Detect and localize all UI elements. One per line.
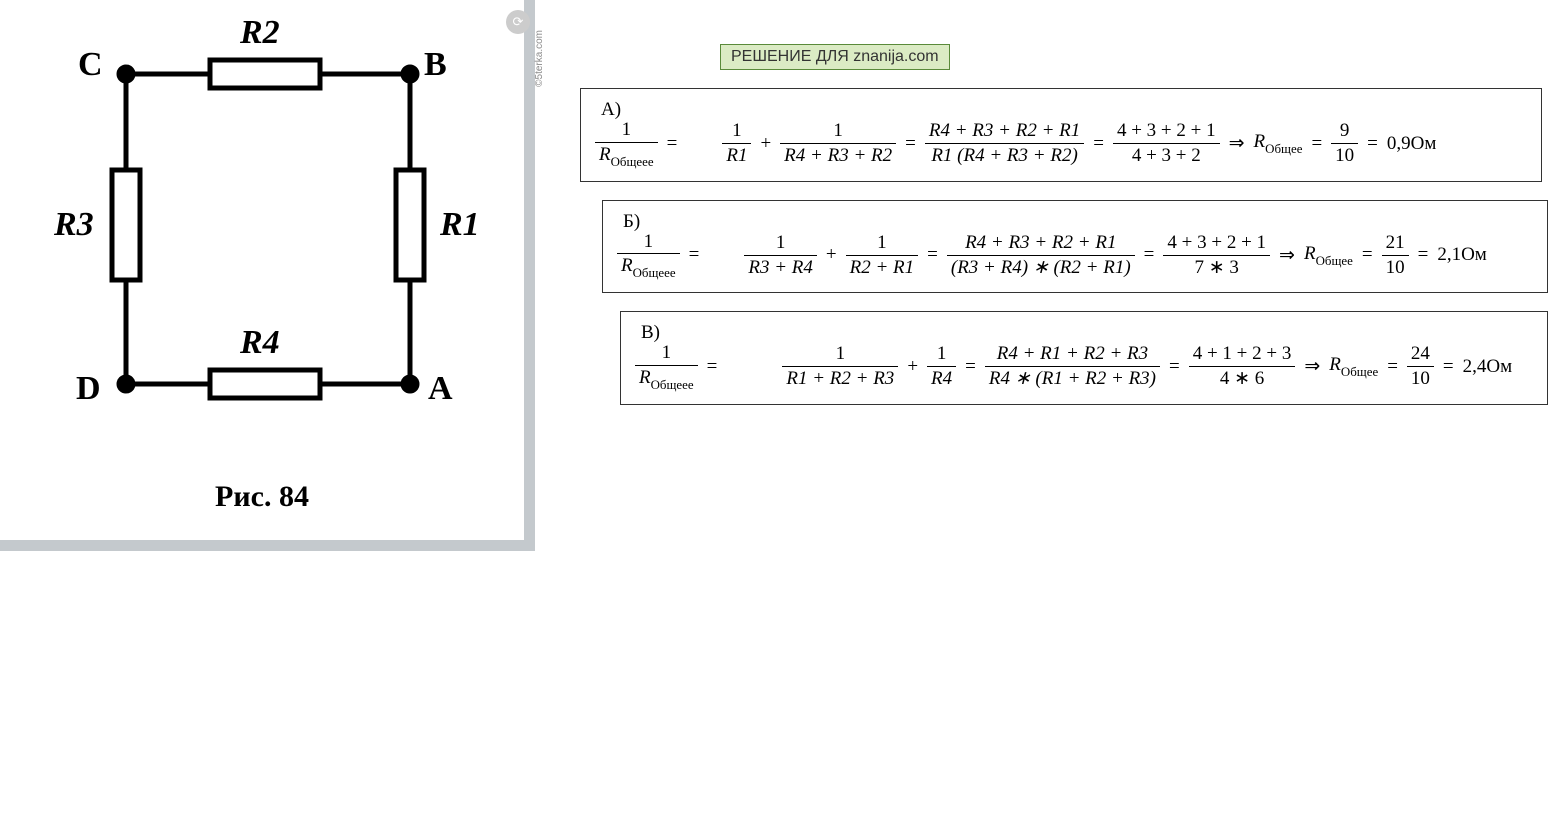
eq-sign: =: [664, 133, 681, 155]
equation-box-c: В) 1 RОбщеее = 1R1 + R2 + R3 + 1R4 = R4 …: [620, 311, 1548, 405]
eq-b-t2: 1R2 + R1: [846, 232, 919, 279]
eq-a-rtotal: RОбщее: [1254, 131, 1303, 156]
eq-a-lhs-num: 1: [618, 119, 636, 141]
eq-c-comb: R4 + R1 + R2 + R3R4 ∗ (R1 + R2 + R3): [985, 343, 1160, 390]
eq-a-nums: 4 + 3 + 2 + 14 + 3 + 2: [1113, 120, 1220, 167]
eq-c-rtotal: RОбщее: [1329, 354, 1378, 379]
equation-box-b: Б) 1 RОбщеее = 1R3 + R4 + 1R2 + R1 = R4 …: [602, 200, 1548, 294]
eq-a-result: 0,9Ом: [1387, 133, 1437, 155]
arrow-icon: ⇒: [1276, 244, 1298, 267]
arrow-icon: ⇒: [1301, 355, 1323, 378]
solution-header: РЕШЕНИЕ ДЛЯ znanija.com: [720, 44, 950, 70]
eq-a-lhs: 1 RОбщеее: [595, 119, 658, 169]
watermark-icon: ⟳: [506, 10, 530, 34]
node-b: B: [424, 46, 447, 84]
circuit-diagram: R2 R4 R3 R1 C B D A Рис. 84: [0, 0, 524, 540]
solution-panel: РЕШЕНИЕ ДЛЯ znanija.com А) 1 RОбщеее = 1…: [580, 0, 1540, 405]
arrow-icon: ⇒: [1226, 132, 1248, 155]
watermark-text: ©5terka.com: [534, 30, 545, 87]
eq-a-resfrac: 910: [1331, 120, 1358, 167]
eq-b-rtotal: RОбщее: [1304, 243, 1353, 268]
eq-c-result: 2,4Ом: [1463, 356, 1513, 378]
eq-c-tag: В): [635, 322, 1533, 344]
eq-a-t1: 1R1: [722, 120, 751, 167]
eq-b-t1: 1R3 + R4: [744, 232, 817, 279]
eq-c-lhs: 1 RОбщеее: [635, 342, 698, 392]
eq-a-comb: R4 + R3 + R2 + R1R1 (R4 + R3 + R2): [925, 120, 1084, 167]
label-r3: R3: [54, 206, 94, 244]
figure-panel: R2 R4 R3 R1 C B D A Рис. 84 ⟳ ©5terka.co…: [0, 0, 535, 551]
node-a: A: [428, 370, 453, 408]
eq-b-result: 2,1Ом: [1437, 244, 1487, 266]
equation-box-a: А) 1 RОбщеее = 1R1 + 1R4 + R3 + R2 = R4 …: [580, 88, 1542, 182]
eq-b-nums: 4 + 3 + 2 + 17 ∗ 3: [1163, 232, 1270, 279]
figure-caption: Рис. 84: [0, 480, 524, 514]
eq-b-comb: R4 + R3 + R2 + R1(R3 + R4) ∗ (R2 + R1): [947, 232, 1135, 279]
node-c: C: [78, 46, 103, 84]
eq-c-t2: 1R4: [927, 343, 956, 390]
node-d: D: [76, 370, 101, 408]
eq-a-lhs-den: RОбщеее: [595, 144, 658, 169]
eq-b-tag: Б): [617, 211, 1533, 233]
eq-c-t1: 1R1 + R2 + R3: [782, 343, 898, 390]
eq-a-t2: 1R4 + R3 + R2: [780, 120, 896, 167]
eq-b-resfrac: 2110: [1382, 232, 1409, 279]
eq-b-lhs: 1 RОбщеее: [617, 231, 680, 281]
eq-a-tag: А): [595, 99, 1527, 121]
label-r4: R4: [240, 324, 280, 362]
label-r1: R1: [440, 206, 480, 244]
eq-c-nums: 4 + 1 + 2 + 34 ∗ 6: [1189, 343, 1296, 390]
eq-c-resfrac: 2410: [1407, 343, 1434, 390]
label-r2: R2: [240, 14, 280, 52]
